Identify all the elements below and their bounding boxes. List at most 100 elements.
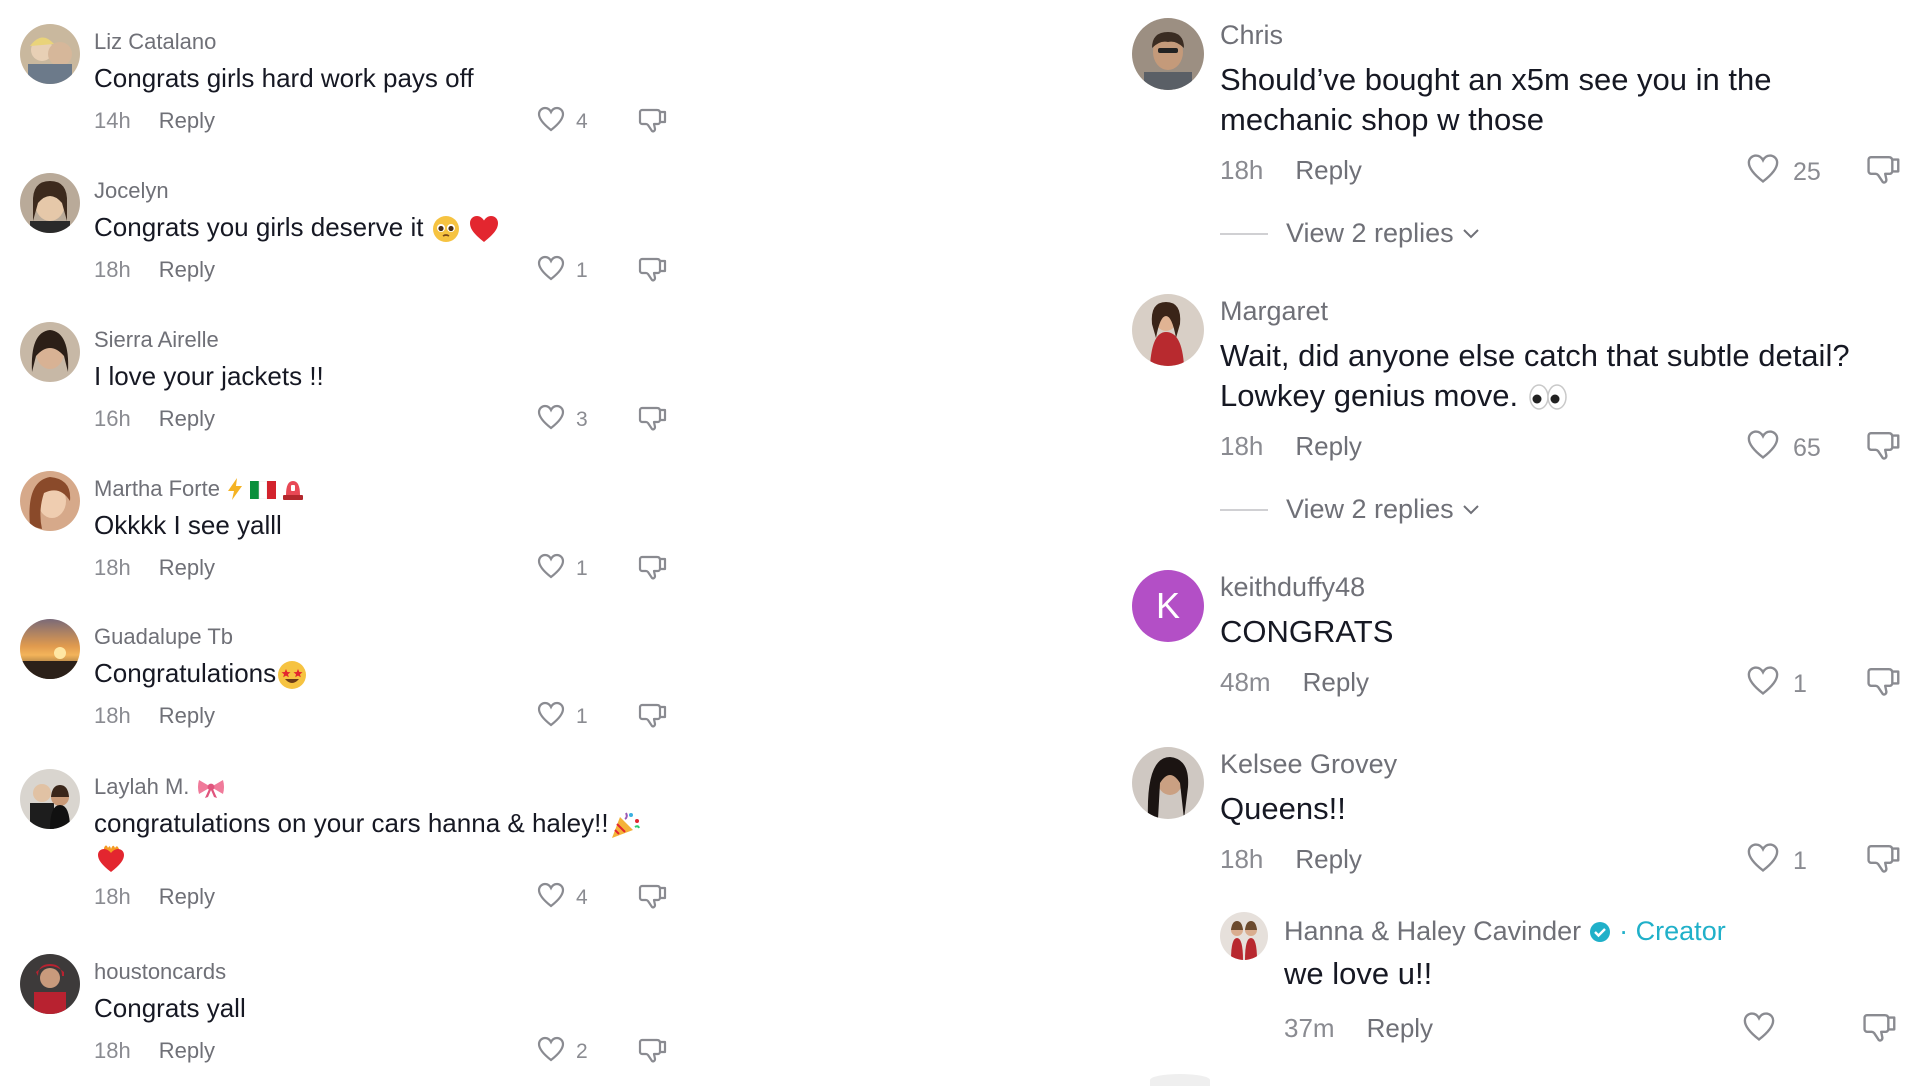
like-button[interactable]: 2 [536, 1035, 588, 1069]
avatar[interactable] [1220, 912, 1268, 960]
thumbs-down-icon [637, 257, 669, 289]
reply-button[interactable]: Reply [159, 1038, 215, 1064]
avatar[interactable] [20, 173, 80, 233]
avatar[interactable] [20, 954, 80, 1014]
comment-meta: 14h Reply [94, 108, 215, 134]
dislike-button[interactable] [1865, 150, 1903, 193]
reply-button[interactable]: Reply [1303, 667, 1369, 698]
dislike-button[interactable] [637, 253, 669, 290]
reply-button[interactable]: Reply [159, 555, 215, 581]
thumbs-down-icon [1865, 155, 1903, 192]
dislike-button[interactable] [637, 104, 669, 141]
heart-icon [536, 403, 566, 437]
like-count: 1 [1793, 669, 1807, 698]
dislike-button[interactable] [637, 1034, 669, 1071]
avatar [1150, 1074, 1210, 1086]
comment-meta: 18h Reply [94, 1038, 215, 1064]
thumbs-down-icon [637, 108, 669, 140]
thumbs-down-icon [1865, 844, 1903, 881]
comment-text: Wait, did anyone else catch that subtle … [1220, 336, 1850, 418]
avatar[interactable] [20, 471, 80, 531]
reply-button[interactable]: Reply [159, 108, 215, 134]
reply-button[interactable]: Reply [1295, 155, 1361, 186]
dislike-button[interactable] [1865, 426, 1903, 469]
reply-button[interactable]: Reply [159, 703, 215, 729]
comment-username[interactable]: Martha Forte [94, 476, 304, 503]
like-button[interactable]: 4 [536, 105, 588, 139]
like-button[interactable] [1741, 1010, 1777, 1048]
thumbs-down-icon [637, 884, 669, 916]
reply-button[interactable]: Reply [1295, 844, 1361, 875]
avatar[interactable] [20, 769, 80, 829]
comment-time: 18h [94, 555, 131, 580]
heart-icon [536, 105, 566, 139]
comment-username[interactable]: Jocelyn [94, 178, 169, 204]
comment-text: Okkkk I see yalll [94, 510, 282, 540]
comment-text: Congratulations [94, 655, 308, 692]
avatar[interactable] [20, 619, 80, 679]
dislike-button[interactable] [637, 699, 669, 736]
comment-username[interactable]: Hanna & Haley Cavinder [1284, 916, 1581, 947]
comment-username[interactable]: Kelsee Grovey [1220, 749, 1397, 780]
thumbs-down-icon [1865, 431, 1903, 468]
reply-button[interactable]: Reply [1367, 1013, 1433, 1044]
comment-time: 18h [94, 884, 131, 909]
heart-icon [1745, 664, 1781, 704]
avatar[interactable] [20, 322, 80, 382]
avatar[interactable] [1132, 747, 1204, 819]
avatar[interactable]: K [1132, 570, 1204, 642]
view-replies-label: View 2 replies [1286, 218, 1454, 248]
avatar[interactable] [20, 24, 80, 84]
like-button[interactable]: 1 [536, 700, 588, 734]
comment-username[interactable]: Laylah M. [94, 774, 226, 801]
dislike-button[interactable] [637, 880, 669, 917]
comment-time: 37m [1284, 1013, 1335, 1043]
like-count: 4 [576, 886, 588, 909]
comment-meta: 18h Reply [94, 703, 215, 729]
heart-icon [1745, 152, 1781, 192]
comment-username[interactable]: houstoncards [94, 959, 226, 985]
like-count: 1 [576, 259, 588, 282]
comment-time: 14h [94, 108, 131, 133]
eyes-emoji [1527, 378, 1569, 418]
like-button[interactable]: 25 [1745, 152, 1821, 192]
heart-icon [536, 254, 566, 288]
like-button[interactable]: 3 [536, 403, 588, 437]
like-button[interactable]: 1 [536, 254, 588, 288]
comment-time: 18h [1220, 155, 1264, 185]
heart-icon [536, 552, 566, 586]
like-button[interactable]: 4 [536, 881, 588, 915]
comment-username[interactable]: Liz Catalano [94, 29, 216, 55]
heart-on-fire-emoji [96, 842, 126, 874]
heart-icon [536, 1035, 566, 1069]
dislike-button[interactable] [637, 551, 669, 588]
comment-username[interactable]: Margaret [1220, 296, 1328, 327]
like-button[interactable]: 1 [1745, 841, 1807, 881]
thumbs-down-icon [1861, 1013, 1899, 1050]
comment-username[interactable]: Sierra Airelle [94, 327, 219, 353]
avatar[interactable] [1132, 18, 1204, 90]
heart-icon [1745, 841, 1781, 881]
view-replies-button[interactable]: View 2 replies [1220, 494, 1480, 525]
reply-button[interactable]: Reply [159, 884, 215, 910]
avatar[interactable] [1132, 294, 1204, 366]
like-count: 25 [1793, 157, 1821, 186]
dislike-button[interactable] [1865, 662, 1903, 705]
heart-icon [1741, 1012, 1777, 1047]
reply-button[interactable]: Reply [1295, 431, 1361, 462]
reply-button[interactable]: Reply [159, 406, 215, 432]
comment-username[interactable]: keithduffy48 [1220, 572, 1365, 603]
reply-button[interactable]: Reply [159, 257, 215, 283]
comment-username[interactable]: Chris [1220, 20, 1283, 51]
siren-emoji [282, 477, 304, 503]
like-button[interactable]: 1 [1745, 664, 1807, 704]
view-replies-button[interactable]: View 2 replies [1220, 218, 1480, 249]
comment-time: 18h [94, 703, 131, 728]
dislike-button[interactable] [637, 402, 669, 439]
comment-username[interactable]: Guadalupe Tb [94, 624, 233, 650]
italy-flag-emoji [250, 477, 277, 503]
like-button[interactable]: 65 [1745, 428, 1821, 468]
dislike-button[interactable] [1861, 1008, 1899, 1051]
like-button[interactable]: 1 [536, 552, 588, 586]
dislike-button[interactable] [1865, 839, 1903, 882]
